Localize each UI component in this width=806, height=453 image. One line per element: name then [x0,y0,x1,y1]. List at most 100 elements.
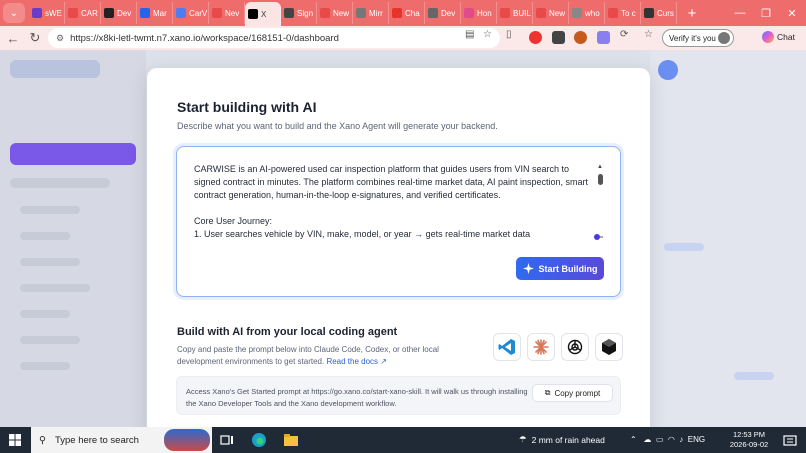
tab-favicon-icon [248,9,258,19]
reader-mode-icon[interactable]: ▤ [465,29,474,40]
phone-icon[interactable]: ▯ [506,29,512,40]
browser-tab[interactable]: sWE [29,2,65,24]
tab-favicon-icon [608,8,618,18]
tab-label: Dev [117,8,132,18]
tab-favicon-icon [212,8,222,18]
tab-favicon-icon [320,8,330,18]
browser-tab[interactable]: Nev [209,2,245,24]
browser-tab[interactable]: CarV [173,2,209,24]
tab-favicon-icon [500,8,510,18]
network-cloud-icon[interactable]: ☁ [643,435,651,444]
tab-label: Mar [153,8,167,18]
tab-label: Hon [477,8,492,18]
browser-tab[interactable]: CAR [65,2,101,24]
back-icon[interactable]: ← [2,27,24,49]
fox-extension-icon[interactable] [574,31,587,44]
new-tab-button[interactable]: + [681,5,703,22]
search-icon: ⚲ [39,434,46,446]
ai-extension-icon[interactable] [597,31,610,44]
tab-favicon-icon [140,8,150,18]
cursor-icon[interactable] [595,333,623,361]
tab-label: BUIL [513,8,531,18]
browser-tab[interactable]: X [245,2,281,26]
browser-tab[interactable]: Mirr [353,2,389,24]
notification-icon[interactable] [782,433,798,449]
address-bar[interactable]: ⚙ https://x8ki-letl-twmt.n7.xano.io/work… [48,28,500,48]
openai-icon[interactable] [561,333,589,361]
restore-icon[interactable]: ❐ [753,0,779,26]
scrollbar-thumb[interactable] [598,174,603,185]
get-started-prompt-box: Access Xano's Get Started prompt at http… [176,376,621,415]
volume-icon[interactable]: ♪ [679,435,683,444]
copilot-chat-button[interactable]: Chat [762,31,795,43]
sparkle-icon [522,263,534,274]
browser-tab[interactable]: Mar [137,2,173,24]
local-agent-text: Copy and paste the prompt below into Cla… [177,345,439,366]
favorites-icon[interactable]: ☆ [644,29,653,40]
file-explorer-icon[interactable] [283,432,299,448]
reload-icon[interactable]: ↻ [24,27,46,49]
avatar [718,32,730,44]
browser-tab[interactable]: who [569,2,605,24]
tab-label: Curs [657,8,674,18]
battery-icon[interactable]: ▭ [656,435,664,444]
browser-tab[interactable]: New [533,2,569,24]
weather-widget[interactable]: ☂ 2 mm of rain ahead [519,434,605,445]
browser-tab[interactable]: Curs [641,2,677,24]
tab-search-button[interactable]: ⌄ [3,3,25,23]
dashboard-right-panel [650,50,806,427]
browser-tab[interactable]: Hon [461,2,497,24]
sync-icon[interactable]: ⟳ [620,29,628,40]
site-info-icon[interactable]: ⚙ [56,33,64,44]
tab-favicon-icon [284,8,294,18]
browser-toolbar: ← ↻ ⚙ https://x8ki-letl-twmt.n7.xano.io/… [0,26,806,50]
scroll-down-icon[interactable] [600,236,603,238]
verify-label: Verify it's you [669,33,716,43]
tray-chevron-icon[interactable]: ⌃ [630,435,637,444]
task-view-icon[interactable] [219,432,235,448]
tab-favicon-icon [392,8,402,18]
claude-icon[interactable] [527,333,555,361]
scroll-up-icon[interactable]: ▲ [597,164,603,170]
copy-prompt-button[interactable]: ⧉ Copy prompt [532,384,613,402]
taskbar-clock[interactable]: 12:53 PM 2026-09-02 [727,430,771,450]
minimize-icon[interactable]: — [727,0,753,26]
browser-tab[interactable]: To c [605,2,641,24]
tab-favicon-icon [428,8,438,18]
windows-taskbar: ⚲ Type here to search ☂ 2 mm of rain ahe… [0,427,806,453]
vscode-icon[interactable] [493,333,521,361]
tab-favicon-icon [644,8,654,18]
tab-label: Sign [297,8,314,18]
browser-tab[interactable]: Cha [389,2,425,24]
close-window-icon[interactable]: ✕ [779,0,805,26]
local-agent-description: Copy and paste the prompt below into Cla… [177,344,467,367]
profile-verify-button[interactable]: Verify it's you [662,29,734,47]
external-link-icon: ↗ [380,356,387,366]
edge-browser-icon[interactable] [251,432,267,448]
read-docs-link[interactable]: Read the docs ↗ [326,357,387,366]
language-indicator[interactable]: ENG [688,435,705,444]
prompt-textarea[interactable]: CARWISE is an AI-powered used car inspec… [176,146,621,297]
wifi-icon[interactable]: ◠ [668,435,675,444]
windows-start-button[interactable] [0,427,30,453]
start-building-modal: Start building with AI Describe what you… [147,68,650,438]
weather-text: 2 mm of rain ahead [531,434,605,445]
tab-label: who [585,8,600,18]
bookmark-star-icon[interactable]: ☆ [483,29,492,40]
taskbar-search-box[interactable]: ⚲ Type here to search [31,427,212,453]
tab-label: Cha [405,8,420,18]
browser-tab[interactable]: New [317,2,353,24]
modal-subtitle: Describe what you want to build and the … [177,121,498,131]
browser-tab[interactable]: Dev [425,2,461,24]
start-building-label: Start Building [538,263,598,274]
tab-favicon-icon [68,8,78,18]
url-text: https://x8ki-letl-twmt.n7.xano.io/worksp… [70,32,339,44]
tab-label: sWE [45,8,62,18]
start-building-button[interactable]: Start Building [516,257,604,280]
browser-tab[interactable]: BUIL [497,2,533,24]
browser-tab[interactable]: Dev [101,2,137,24]
system-tray: ⌃ ☁ ▭ ◠ ♪ ENG [630,435,705,444]
browser-tab[interactable]: Sign [281,2,317,24]
opera-extension-icon[interactable] [529,31,542,44]
extension-icon[interactable] [552,31,565,44]
